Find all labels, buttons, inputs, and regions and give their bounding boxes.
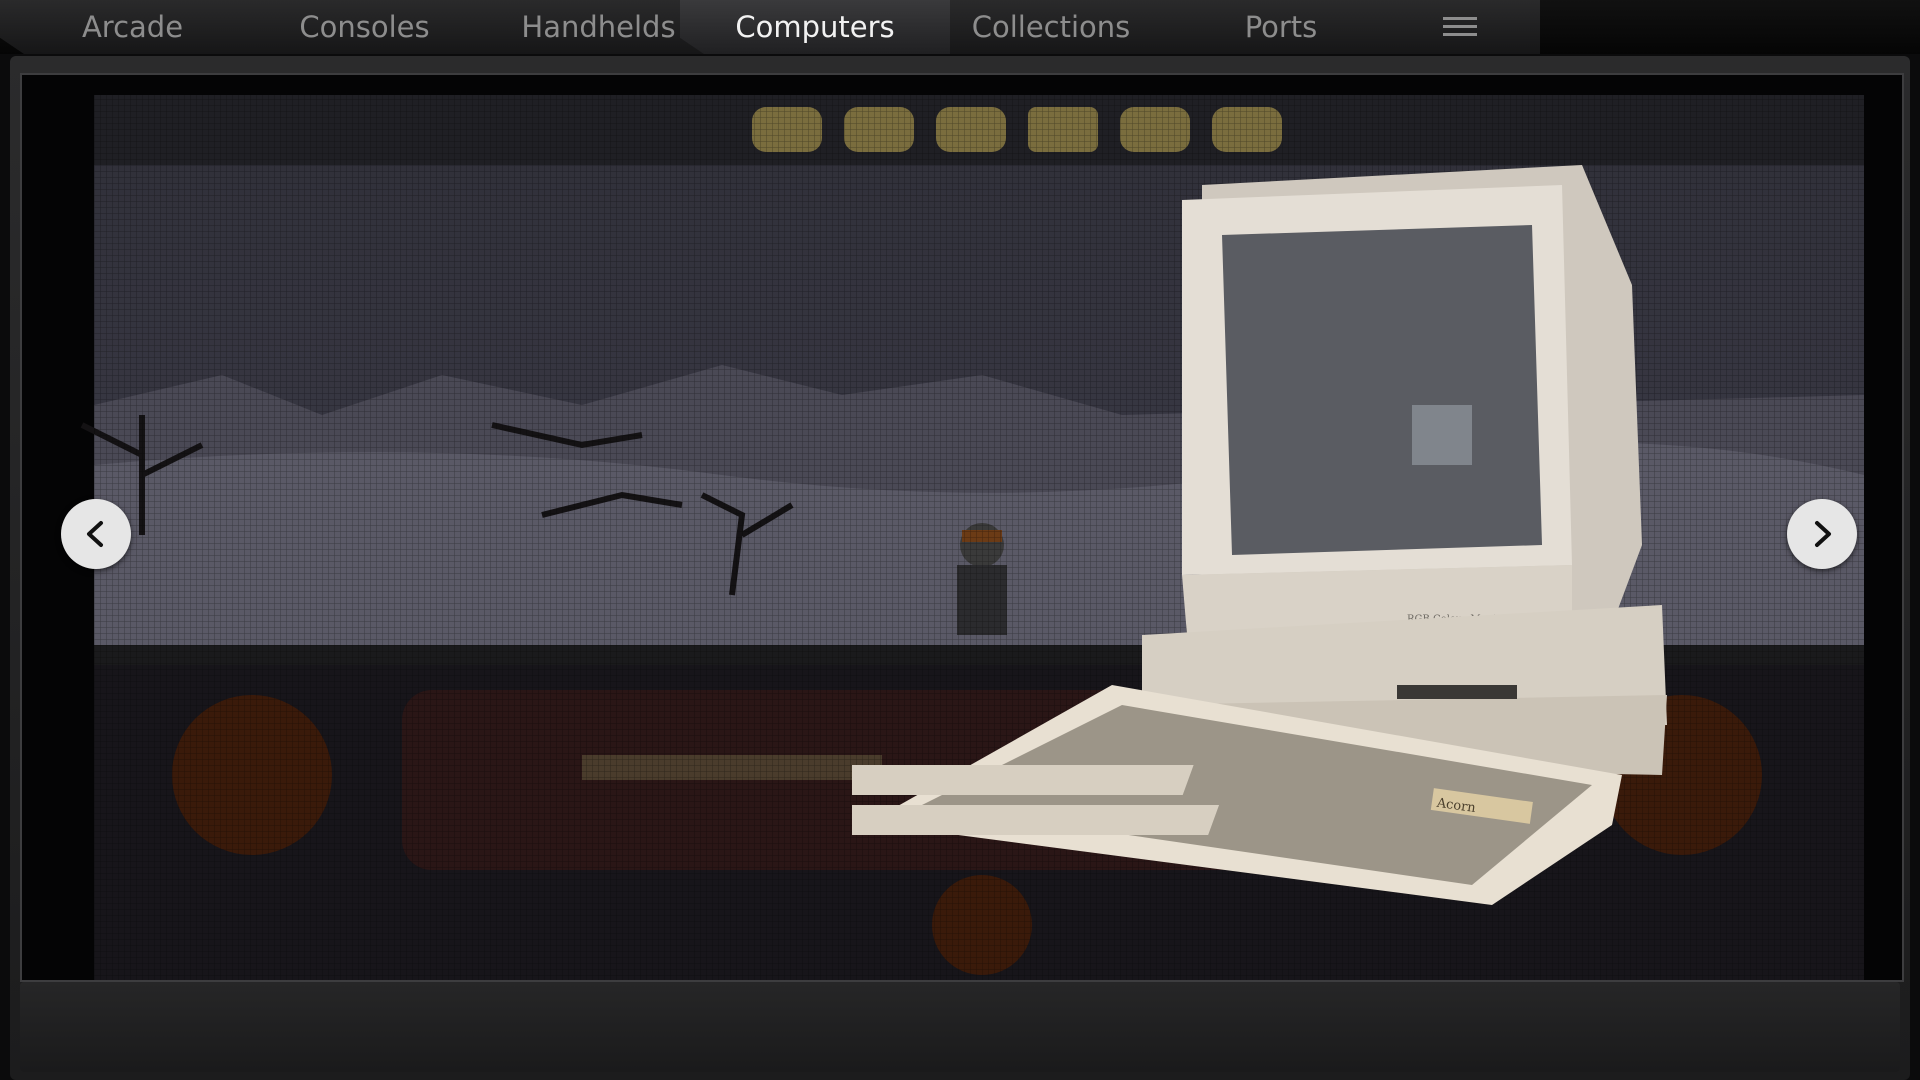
tab-label: Computers <box>735 10 895 44</box>
tab-label: Collections <box>971 10 1131 44</box>
tab-label: Consoles <box>299 10 430 44</box>
tab-consoles[interactable]: Consoles <box>232 0 497 54</box>
tab-collections[interactable]: Collections <box>920 0 1182 54</box>
tab-ports[interactable]: Ports <box>1150 0 1412 54</box>
system-tab-bar: Arcade Consoles Handhelds Collections Po… <box>0 0 1920 54</box>
bottom-info-bar <box>20 982 1900 1072</box>
menu-button[interactable] <box>1380 0 1540 54</box>
chevron-left-icon <box>87 521 103 547</box>
system-showcase: RGB Colour Monitor Acorn <box>20 73 1904 982</box>
tab-arcade[interactable]: Arcade <box>0 0 265 54</box>
tab-label: Arcade <box>81 10 184 44</box>
tab-label: Handhelds <box>521 10 676 44</box>
chevron-right-icon <box>1815 521 1831 547</box>
retro-computer-image: RGB Colour Monitor Acorn <box>852 165 1667 905</box>
tab-computers[interactable]: Computers <box>680 0 950 54</box>
tab-label: Ports <box>1244 10 1318 44</box>
hamburger-menu-icon <box>1443 17 1477 36</box>
prev-button[interactable] <box>61 499 131 569</box>
next-button[interactable] <box>1787 499 1857 569</box>
